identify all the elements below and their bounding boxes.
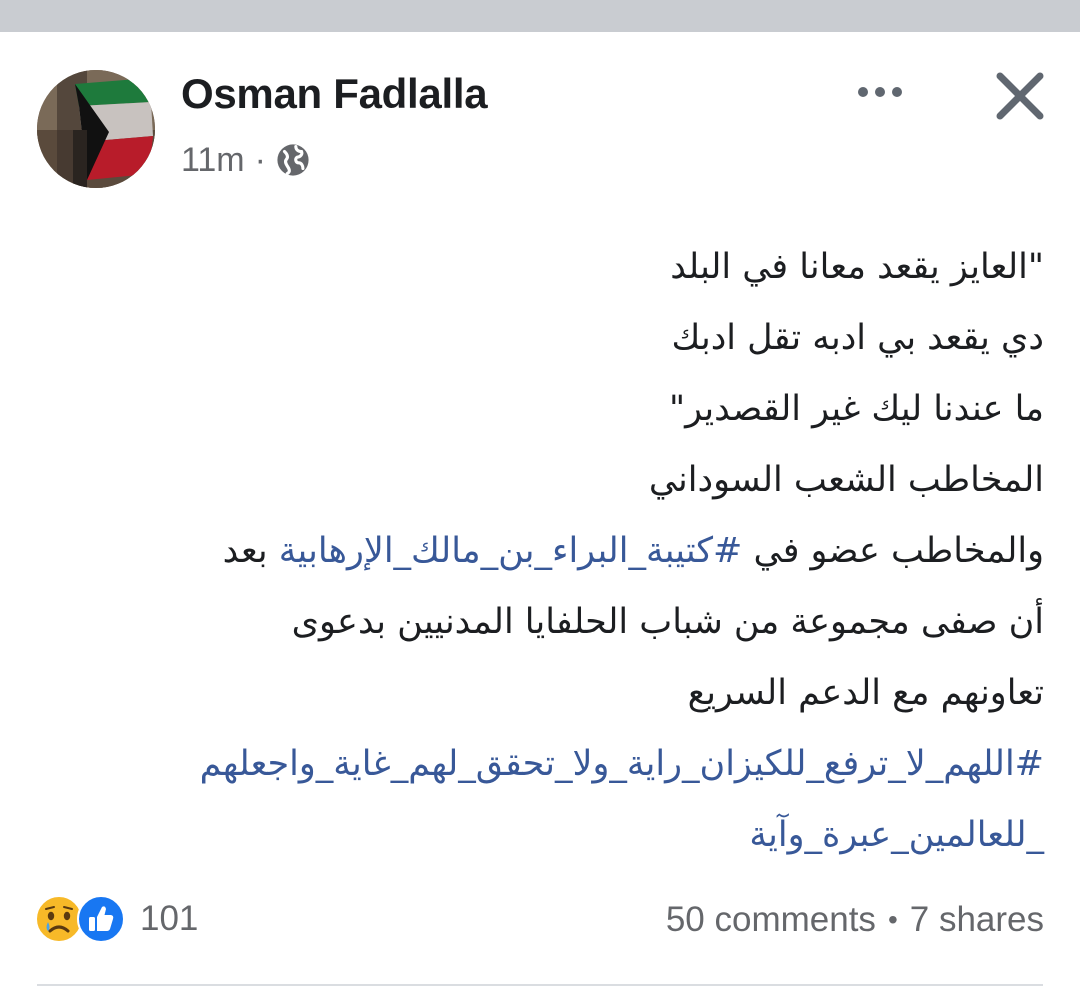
hashtag-link-2-continued[interactable]: _للعالمين_عبرة_وآية	[34, 800, 1044, 871]
more-horizontal-icon	[858, 87, 868, 97]
post-line-5-prefix: والمخاطب عضو في	[742, 531, 1044, 571]
post-line-5: والمخاطب عضو في #كتيبة_البراء_بن_مالك_ال…	[34, 516, 1044, 587]
reactions-summary[interactable]: 101	[34, 894, 198, 944]
more-dot	[875, 87, 885, 97]
more-dot	[892, 87, 902, 97]
reaction-count: 101	[140, 899, 199, 938]
post-body: "العايز يقعد معانا في البلد دي يقعد بي ا…	[34, 232, 1044, 871]
avatar-image	[37, 70, 155, 188]
post-line-6: أن صفى مجموعة من شباب الحلفايا المدنيين …	[291, 602, 1044, 642]
close-icon	[996, 72, 1044, 120]
post-meta: 11m ·	[181, 140, 310, 180]
post-line-4: المخاطب الشعب السوداني	[648, 460, 1044, 500]
globe-icon	[277, 144, 309, 176]
author-name[interactable]: Osman Fadlalla	[181, 70, 488, 118]
meta-separator: ·	[254, 140, 266, 179]
top-strip	[0, 0, 1080, 32]
post-line-2: دي يقعد بي ادبه تقل ادبك	[671, 318, 1044, 358]
post-line-1: "العايز يقعد معانا في البلد	[670, 247, 1044, 287]
more-options-button[interactable]	[848, 70, 912, 114]
engagement-stats: 50 comments • 7 shares	[666, 898, 1044, 942]
post-time[interactable]: 11m	[181, 141, 245, 180]
post-line-7: تعاونهم مع الدعم السريع	[687, 673, 1044, 713]
post-line-5-suffix: بعد	[222, 531, 279, 571]
post-card: Osman Fadlalla 11m · "العايز يقعد معانا …	[0, 32, 1080, 1007]
hashtag-link-2[interactable]: #اللهم_لا_ترفع_للكيزان_راية_ولا_تحقق_لهم…	[34, 729, 1044, 800]
stats-separator: •	[887, 904, 898, 935]
close-button[interactable]	[992, 68, 1048, 124]
footer-divider	[37, 984, 1043, 986]
shares-count[interactable]: 7 shares	[910, 900, 1044, 940]
post-line-3: ما عندنا ليك غير القصدير"	[668, 389, 1044, 429]
like-reaction-icon	[77, 895, 125, 943]
comments-count[interactable]: 50 comments	[666, 900, 876, 940]
author-avatar[interactable]	[37, 70, 155, 188]
hashtag-link[interactable]: #كتيبة_البراء_بن_مالك_الإرهابية	[279, 531, 743, 571]
